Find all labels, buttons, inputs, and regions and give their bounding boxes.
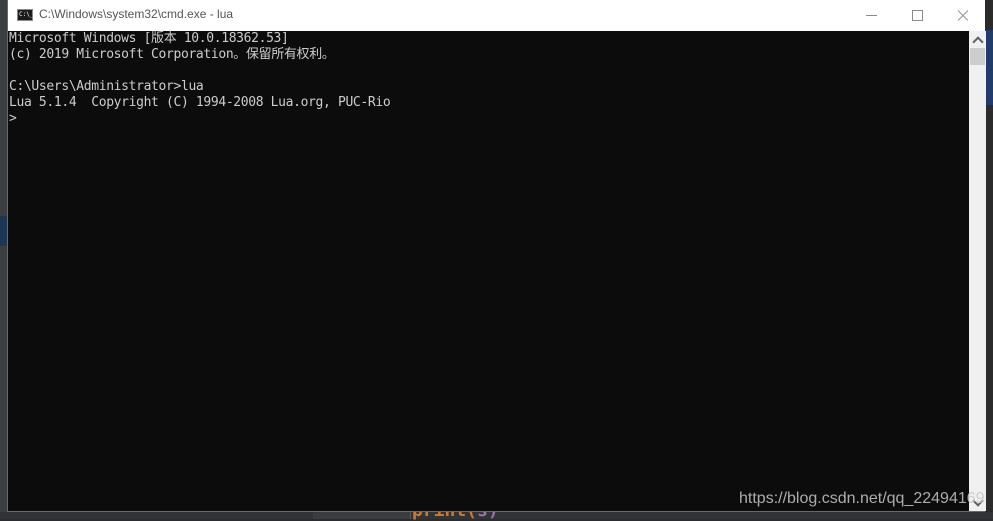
console-prompt[interactable]: > bbox=[9, 111, 970, 127]
background-selection bbox=[985, 30, 993, 105]
maximize-icon bbox=[911, 10, 923, 21]
console-output[interactable]: Microsoft Windows [版本 10.0.18362.53] (c)… bbox=[8, 31, 970, 511]
console-line: Microsoft Windows [版本 10.0.18362.53] bbox=[9, 31, 289, 46]
title-bar[interactable]: C:\_ C:\Windows\system32\cmd.exe - lua bbox=[8, 0, 985, 31]
minimize-button[interactable] bbox=[848, 0, 894, 31]
console-line: (c) 2019 Microsoft Corporation。保留所有权利。 bbox=[9, 47, 335, 62]
console-line: C:\Users\Administrator>lua bbox=[9, 79, 204, 94]
close-icon bbox=[957, 10, 969, 22]
background-gutter bbox=[313, 512, 411, 519]
console-line: Lua 5.1.4 Copyright (C) 1994-2008 Lua.or… bbox=[9, 95, 391, 110]
maximize-button[interactable] bbox=[894, 0, 940, 31]
scroll-up-button[interactable] bbox=[969, 31, 986, 48]
cmd-window: C:\_ C:\Windows\system32\cmd.exe - lua M… bbox=[7, 0, 986, 512]
scroll-up-icon bbox=[971, 35, 984, 48]
scroll-thumb[interactable] bbox=[970, 48, 985, 65]
background-app-bottom-edge: print(s) bbox=[0, 500, 993, 521]
background-app-right-edge bbox=[985, 0, 993, 519]
minimize-icon bbox=[865, 15, 877, 16]
window-title: C:\Windows\system32\cmd.exe - lua bbox=[39, 7, 234, 21]
vertical-scrollbar[interactable] bbox=[969, 31, 986, 511]
close-button[interactable] bbox=[940, 0, 986, 31]
watermark: https://blog.csdn.net/qq_22494169 bbox=[739, 490, 985, 507]
cmd-icon[interactable]: C:\_ bbox=[17, 9, 33, 21]
